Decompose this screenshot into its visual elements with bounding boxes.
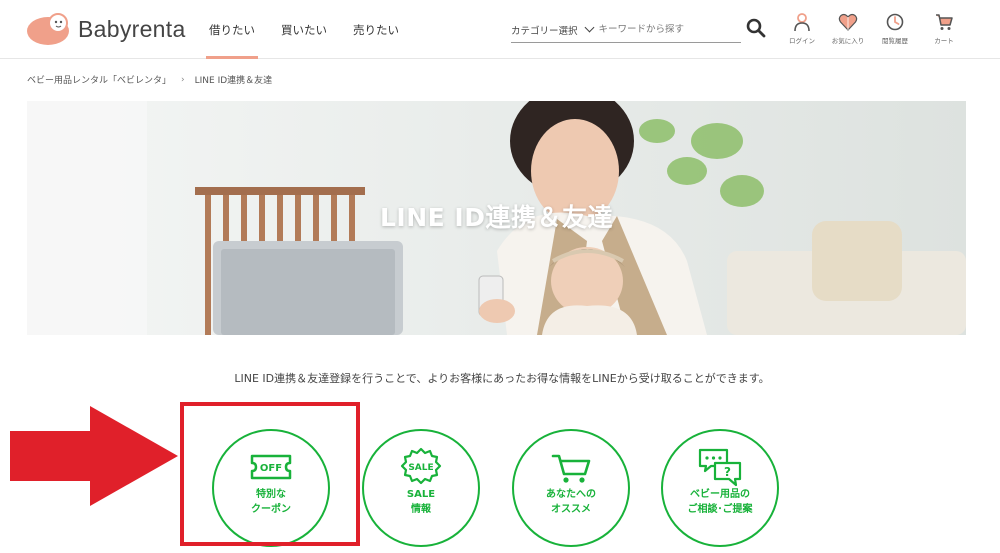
nav-sell[interactable]: 売りたい [340,0,412,59]
breadcrumb-separator: › [181,74,185,85]
nav-borrow[interactable]: 借りたい [196,0,268,59]
sale-badge-icon: SALE [400,447,442,485]
feature-consult[interactable]: ? ベビー用品の ご相談･ご提案 [661,429,779,547]
logo-mark-icon [26,12,72,46]
category-select[interactable]: カテゴリー選択 [511,22,599,37]
history-button[interactable]: 閲覧履歴 [873,12,917,52]
sale-badge-text: SALE [408,463,433,473]
heart-icon [838,13,858,31]
search-bar: カテゴリー選択 [511,17,741,43]
chat-bubbles-icon: ? [698,448,742,487]
intro-text: LINE ID連携＆友達登録を行うことで、よりお客様にあったお得な情報をLINE… [234,372,770,385]
favorites-button[interactable]: お気に入り [826,12,870,52]
nav-buy[interactable]: 買いたい [268,0,340,59]
login-button[interactable]: ログイン [780,12,824,52]
history-label: 閲覧履歴 [882,37,908,45]
feature-consult-line1: ベビー用品の [690,489,750,500]
chat-question-mark: ? [724,465,731,479]
login-label: ログイン [789,37,815,45]
feature-sale[interactable]: SALE SALE 情報 [362,429,480,547]
history-icon [886,13,904,31]
feature-sale-line1: SALE [406,489,436,500]
feature-sale-line2: 情報 [411,504,431,515]
feature-recommend-line2: オススメ [551,504,591,515]
search-button[interactable] [746,18,768,40]
site-header: Babyrenta 借りたい 買いたい 売りたい カテゴリー選択 ログイン お気… [0,0,1000,59]
feature-sale-label: SALE 情報 [364,487,478,517]
hero-title: LINE ID連携＆友達 [380,203,613,232]
breadcrumb: ベビー用品レンタル「べビレンタ」 › LINE ID連携＆友達 [27,73,273,87]
category-select-label: カテゴリー選択 [511,25,578,37]
breadcrumb-home-link[interactable]: ベビー用品レンタル「べビレンタ」 [27,73,171,86]
cart-icon [936,14,953,30]
main-nav: 借りたい 買いたい 売りたい [196,0,412,59]
logo[interactable]: Babyrenta [26,12,186,46]
favorites-label: お気に入り [831,37,865,45]
feature-consult-line2: ご相談･ご提案 [687,504,753,515]
cart-button[interactable]: カート [922,12,966,52]
logo-text: Babyrenta [78,15,186,42]
hero-banner: LINE ID連携＆友達 [27,101,966,335]
feature-recommend-label: あなたへの オススメ [514,487,628,517]
feature-recommend-line1: あなたへの [546,489,596,500]
search-input[interactable] [598,24,729,35]
chevron-down-icon [584,22,594,33]
cart-icon [551,454,591,483]
cart-label: カート [934,37,954,45]
feature-consult-label: ベビー用品の ご相談･ご提案 [663,487,777,517]
breadcrumb-current: LINE ID連携＆友達 [194,76,273,86]
highlight-box [180,402,360,546]
feature-recommend[interactable]: あなたへの オススメ [512,429,630,547]
red-arrow-icon [10,406,178,506]
user-icon [794,13,810,32]
search-icon [746,18,766,38]
